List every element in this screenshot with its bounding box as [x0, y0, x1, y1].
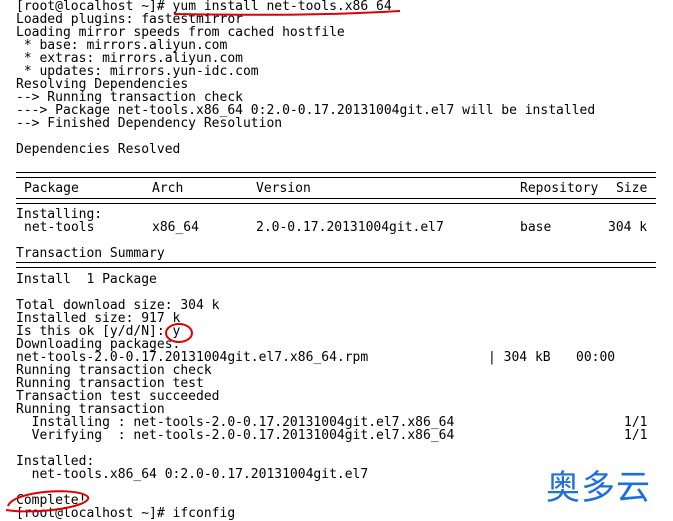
- next-command-line: [root@localhost ~]# ifconfig: [16, 506, 236, 521]
- terminal-window[interactable]: [root@localhost ~]# yum install net-tool…: [0, 0, 673, 520]
- output-line: --> Finished Dependency Resolution: [16, 116, 283, 131]
- table-cell-size: 304 k: [608, 220, 648, 235]
- rpm-size: | 304 kB: [488, 350, 551, 365]
- table-cell-package: net-tools: [24, 220, 95, 235]
- rpm-time: 00:00: [576, 350, 616, 365]
- table-separator: [16, 172, 656, 178]
- installed-package: net-tools.x86_64 0:2.0-0.17.20131004git.…: [16, 467, 369, 482]
- brand-logo: 奥多云: [546, 468, 651, 508]
- table-cell-repository: base: [520, 220, 552, 235]
- column-header-repository: Repository: [520, 181, 599, 196]
- output-line: Dependencies Resolved: [16, 142, 181, 157]
- verifying-line: Verifying : net-tools-2.0-0.17.20131004g…: [16, 428, 455, 443]
- table-separator: [16, 262, 656, 268]
- install-count: Install 1 Package: [16, 272, 157, 287]
- column-header-size: Size: [616, 181, 648, 196]
- table-cell-version: 2.0-0.17.20131004git.el7: [256, 220, 444, 235]
- summary-title: Transaction Summary: [16, 246, 165, 261]
- verifying-progress: 1/1: [624, 428, 648, 443]
- column-header-arch: Arch: [152, 181, 184, 196]
- table-separator: [16, 198, 656, 204]
- table-cell-arch: x86_64: [152, 220, 199, 235]
- column-header-package: Package: [24, 181, 79, 196]
- column-header-version: Version: [256, 181, 311, 196]
